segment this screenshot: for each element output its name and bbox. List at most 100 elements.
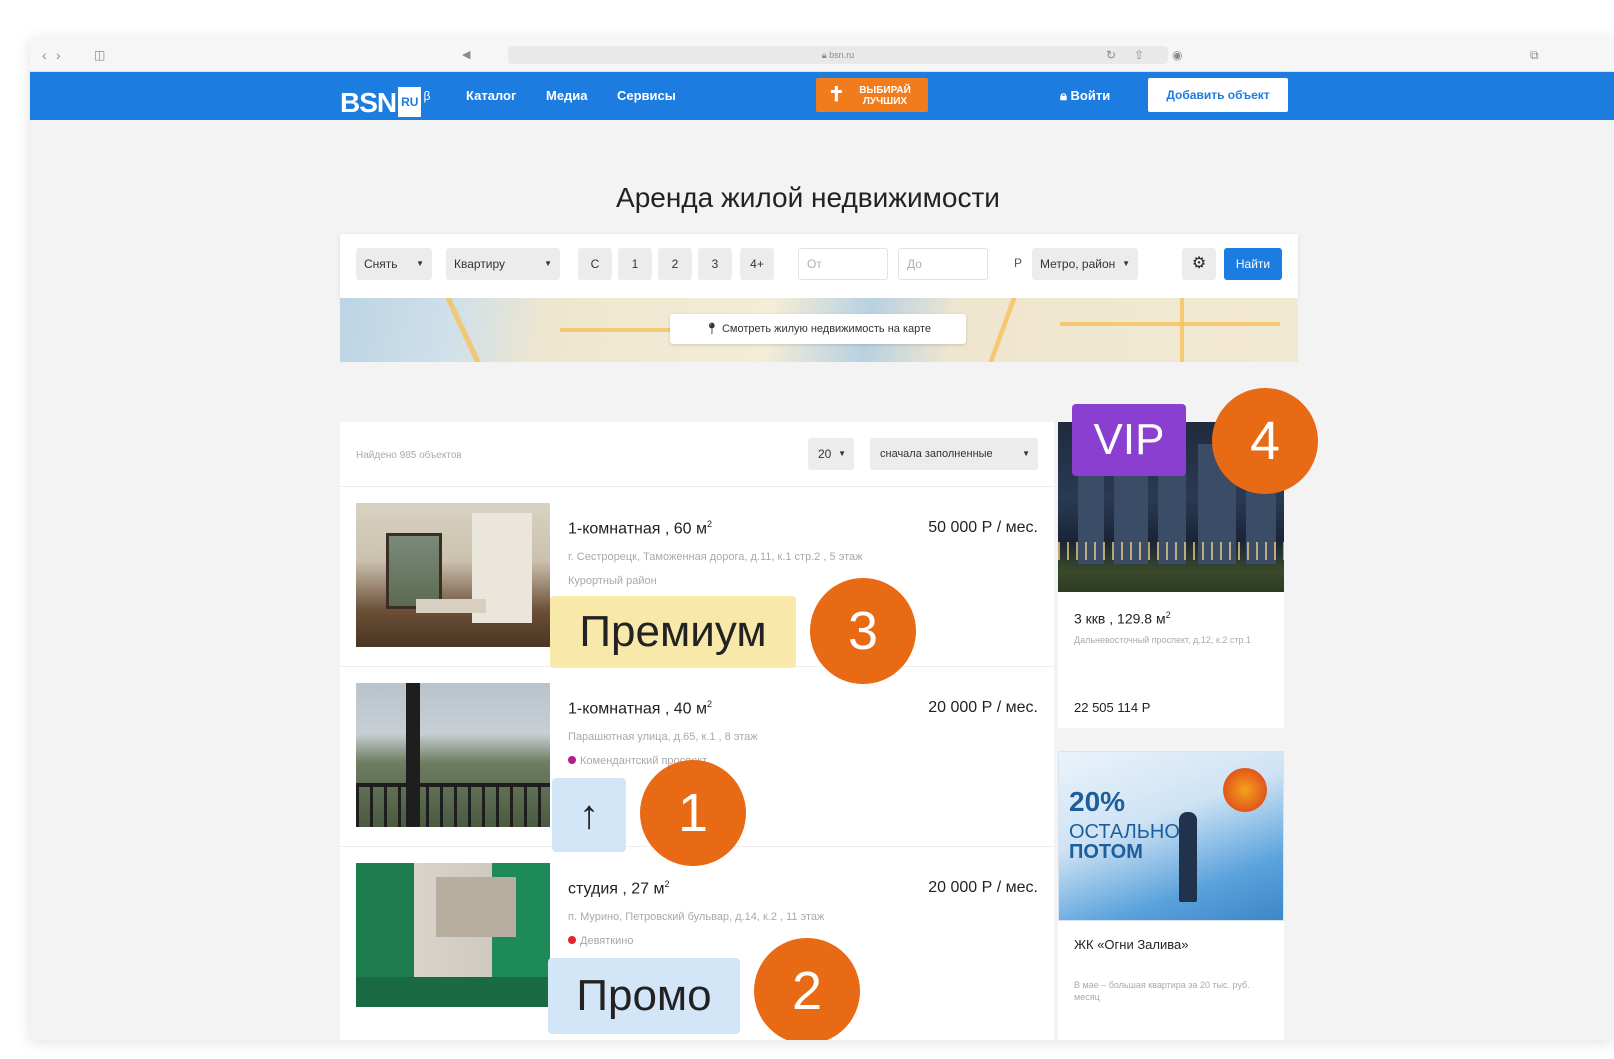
url-text: bsn.ru <box>829 50 855 60</box>
deal-type-value: Снять <box>364 257 398 271</box>
listing-price: 50 000 Р / мес. <box>928 519 1038 536</box>
metro-line-icon <box>568 756 576 764</box>
site-logo[interactable]: BSN RU β <box>340 82 430 118</box>
cross-icon: ✝ <box>828 84 845 106</box>
caret-down-icon: ▼ <box>1022 449 1030 458</box>
lock-icon: 🔒︎ <box>821 50 827 60</box>
deal-type-select[interactable]: Снять ▼ <box>356 248 432 280</box>
superscript-2: 2 <box>707 519 713 529</box>
logo-text: BSN <box>340 87 397 118</box>
share-icon[interactable]: ⇧ <box>1134 46 1144 64</box>
banner-person-figure <box>1179 812 1197 902</box>
map-road <box>1060 322 1280 326</box>
map-road <box>1180 298 1184 362</box>
banner-slogan: ОСТАЛЬНОЕ ПОТОМ <box>1069 822 1193 862</box>
search-button[interactable]: Найти <box>1224 248 1282 280</box>
photo-floor <box>356 977 550 1007</box>
listing-address: п. Мурино, Петровский бульвар, д.14, к.2… <box>568 911 825 923</box>
add-object-button[interactable]: Добавить объект <box>1148 78 1288 112</box>
listing-price: 20 000 Р / мес. <box>928 879 1038 896</box>
listing-title[interactable]: 1-комнатная , 40 м2 <box>568 699 712 718</box>
listing-metro: Девяткино <box>568 935 633 947</box>
map-preview[interactable]: 📍︎ Смотреть жилую недвижимость на карте <box>340 298 1298 362</box>
vip-label: VIP <box>1072 404 1186 476</box>
ogni-zaliva-ad-card[interactable]: 20% ОСТАЛЬНОЕ ПОТОМ ЖК «Огни Залива» В м… <box>1058 751 1284 1040</box>
choose-best-promo[interactable]: ✝ ВЫБИРАЙ ЛУЧШИХ <box>816 78 928 112</box>
price-from-input[interactable] <box>798 248 888 280</box>
listing-title[interactable]: 1-комнатная , 60 м2 <box>568 519 712 538</box>
nav-link-media[interactable]: Медиа <box>546 88 588 103</box>
superscript-2: 2 <box>1165 610 1171 620</box>
annotation-number-2: 2 <box>754 938 860 1040</box>
listing-district: Курортный район <box>568 575 657 587</box>
per-page-value: 20 <box>818 447 832 461</box>
up-arrow-icon: ↑ <box>552 778 626 852</box>
listing-title-text: 1-комнатная , 40 м <box>568 700 707 718</box>
room-button-2[interactable]: 2 <box>658 248 692 280</box>
annotation-number-3: 3 <box>810 578 916 684</box>
superscript-2: 2 <box>664 879 670 889</box>
metro-district-select[interactable]: Метро, район ▼ <box>1032 248 1138 280</box>
listing-photo[interactable] <box>356 863 550 1007</box>
room-button-4plus[interactable]: 4+ <box>740 248 774 280</box>
sidebar-icon[interactable]: ◫ <box>94 46 105 64</box>
metro-line-icon <box>568 936 576 944</box>
superscript-2: 2 <box>707 699 713 709</box>
settings-button[interactable]: ⚙ <box>1182 248 1216 280</box>
extension-icon[interactable]: ◉ <box>1172 46 1182 64</box>
listing-title[interactable]: студия , 27 м2 <box>568 879 670 898</box>
reload-icon[interactable]: ↻ <box>1106 46 1116 64</box>
photo-table <box>416 599 486 613</box>
map-road <box>988 298 1017 362</box>
back-icon[interactable]: ‹ <box>42 46 47 64</box>
ogni-zaliva-title[interactable]: ЖК «Огни Залива» <box>1074 937 1188 952</box>
gear-icon: ⚙ <box>1191 255 1207 272</box>
room-button-studio[interactable]: С <box>578 248 612 280</box>
login-link[interactable]: 🔒︎ Войти <box>1060 88 1110 104</box>
logo-ru-badge: RU <box>398 87 422 117</box>
browser-toolbar: ‹ › ◫ ◀ 🔒︎ bsn.ru ↻ ⇧ ◉ ⧉ <box>30 38 1614 72</box>
caret-down-icon: ▼ <box>416 259 424 268</box>
listing-photo[interactable] <box>356 503 550 647</box>
ogni-zaliva-banner[interactable]: 20% ОСТАЛЬНОЕ ПОТОМ <box>1058 751 1284 921</box>
view-on-map-label: Смотреть жилую недвижимость на карте <box>721 323 932 335</box>
promo-badge-text: ВЫБИРАЙ ЛУЧШИХ <box>859 85 911 107</box>
speaker-icon[interactable]: ◀ <box>462 46 470 64</box>
sort-select[interactable]: сначала заполненные ▼ <box>870 438 1038 470</box>
metro-district-value: Метро, район <box>1040 257 1116 271</box>
vip-ad-address: Дальневосточный проспект, д.12, к.2 стр.… <box>1074 635 1251 645</box>
photo-window <box>386 533 442 609</box>
view-on-map-button[interactable]: 📍︎ Смотреть жилую недвижимость на карте <box>670 314 966 344</box>
address-bar[interactable]: 🔒︎ bsn.ru <box>508 46 1168 64</box>
listing-address: г. Сестрорецк, Таможенная дорога, д.11, … <box>568 551 863 563</box>
banner-slogan-line1: ОСТАЛЬНОЕ <box>1069 821 1194 843</box>
photo-cabinet <box>436 877 516 937</box>
logo-beta-mark: β <box>423 89 430 103</box>
banner-slogan-line2: ПОТОМ <box>1069 841 1143 863</box>
banner-percent: 20% <box>1069 786 1126 817</box>
room-button-1[interactable]: 1 <box>618 248 652 280</box>
page-title: Аренда жилой недвижимости <box>616 182 1000 213</box>
vip-ad-price: 22 505 114 Р <box>1074 700 1151 715</box>
sun-logo-icon <box>1223 768 1267 812</box>
listing-address: Парашютная улица, д.65, к.1 , 8 этаж <box>568 731 758 743</box>
caret-down-icon: ▼ <box>838 449 846 458</box>
top-navigation: BSN RU β Каталог Медиа Сервисы ✝ ВЫБИРАЙ Л… <box>30 72 1614 120</box>
nav-link-services[interactable]: Сервисы <box>617 88 676 103</box>
caret-down-icon: ▼ <box>544 259 552 268</box>
results-panel: Найдено 985 объектов 20 ▼ сначала заполне… <box>340 422 1054 1040</box>
listing-photo[interactable] <box>356 683 550 827</box>
room-button-3[interactable]: 3 <box>698 248 732 280</box>
promo-label: Промо <box>548 958 740 1034</box>
ogni-zaliva-description: В мае – большая квартира за 20 тыс. руб.… <box>1074 980 1250 1002</box>
caret-down-icon: ▼ <box>1122 259 1130 268</box>
price-to-input[interactable] <box>898 248 988 280</box>
nav-link-catalog[interactable]: Каталог <box>466 88 516 103</box>
results-count: Найдено 985 объектов <box>356 450 462 461</box>
forward-icon[interactable]: › <box>56 46 61 64</box>
tabs-icon[interactable]: ⧉ <box>1530 46 1539 64</box>
vip-ad-title[interactable]: 3 ккв , 129.8 м2 <box>1074 610 1171 627</box>
object-type-select[interactable]: Квартиру ▼ <box>446 248 560 280</box>
annotation-number-1: 1 <box>640 760 746 866</box>
per-page-select[interactable]: 20 ▼ <box>808 438 854 470</box>
